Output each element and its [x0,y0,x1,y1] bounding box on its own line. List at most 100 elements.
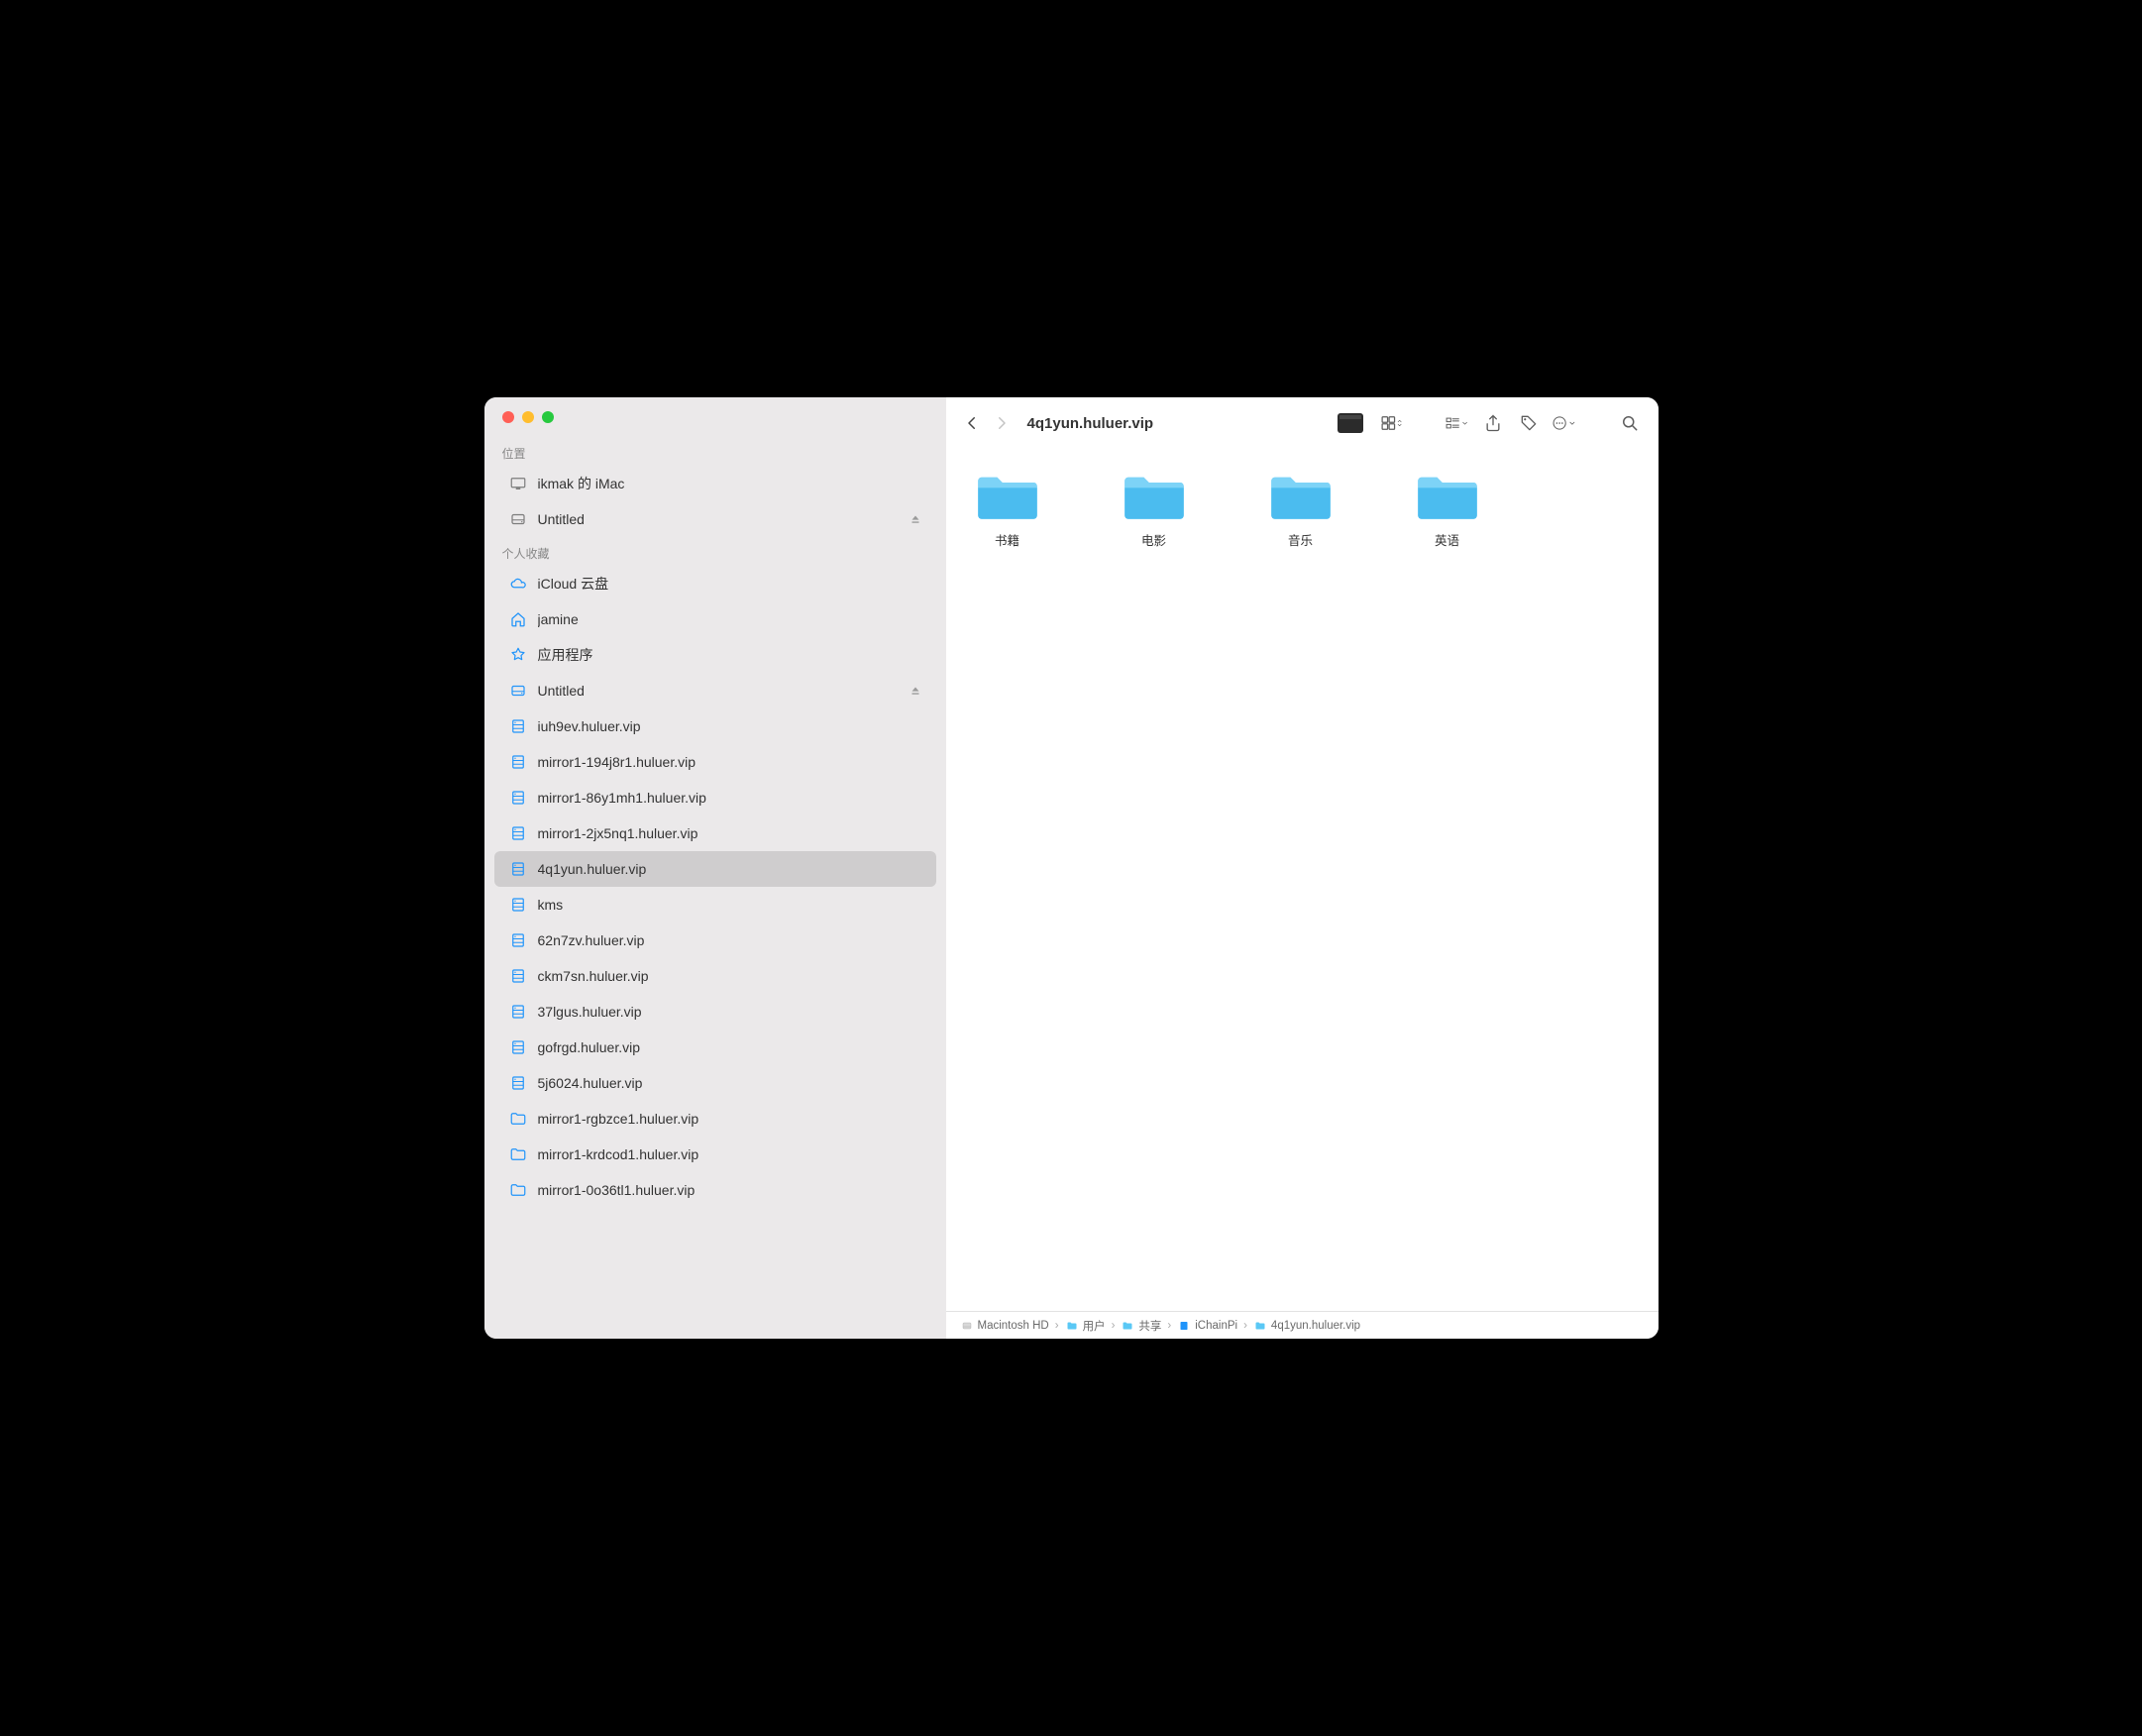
folder-label: 电影 [1141,530,1166,549]
folder-icon [508,1145,528,1163]
breadcrumb-item[interactable]: 共享 [1121,1318,1161,1334]
sidebar-item-label: mirror1-194j8r1.huluer.vip [538,754,922,770]
app-icon [508,646,528,664]
breadcrumb-label: 4q1yun.huluer.vip [1271,1320,1360,1332]
more-button[interactable] [1552,413,1577,433]
breadcrumb-item[interactable]: iChainPi [1177,1320,1237,1332]
folder-icon [1120,469,1189,524]
breadcrumb-label: iChainPi [1195,1320,1237,1332]
breadcrumb-label: Macintosh HD [978,1320,1049,1332]
server-icon [508,824,528,842]
disk-icon [508,682,528,700]
search-button[interactable] [1617,413,1643,433]
breadcrumb-label: 共享 [1138,1318,1161,1334]
forward-button[interactable] [992,414,1012,432]
sidebar-item-label: 应用程序 [538,645,922,665]
sidebar-item[interactable]: mirror1-2jx5nq1.huluer.vip [494,815,936,851]
share-button[interactable] [1480,413,1506,433]
close-button[interactable] [502,411,514,423]
sidebar-item-label: iCloud 云盘 [538,574,922,594]
server-icon [508,931,528,949]
sidebar-item-label: iuh9ev.huluer.vip [538,718,922,734]
group-button[interactable] [1445,413,1470,433]
sidebar-item[interactable]: 37lgus.huluer.vip [494,994,936,1030]
sidebar-item[interactable]: ckm7sn.huluer.vip [494,958,936,994]
content-area[interactable]: 书籍 电影 音乐 英语 [946,449,1659,1311]
folder-item[interactable]: 书籍 [958,469,1057,549]
main-pane: 4q1yun.huluer.vip [946,397,1659,1339]
house-icon [508,610,528,628]
toolbar: 4q1yun.huluer.vip [946,397,1659,449]
server-icon [508,896,528,914]
display-icon [508,475,528,492]
sidebar-item[interactable]: jamine [494,601,936,637]
path-bar: Macintosh HD›用户›共享›iChainPi›4q1yun.hulue… [946,1311,1659,1339]
breadcrumb-item[interactable]: 4q1yun.huluer.vip [1253,1320,1360,1332]
server-icon [508,1038,528,1056]
server-icon [508,860,528,878]
finder-window: 位置ikmak 的 iMac Untitled 个人收藏 iCloud 云盘 jamin… [484,397,1659,1339]
eject-icon[interactable] [909,684,922,698]
sidebar-item-label: kms [538,897,922,913]
sidebar-item[interactable]: 5j6024.huluer.vip [494,1065,936,1101]
traffic-lights [484,411,946,437]
sidebar-item[interactable]: 62n7zv.huluer.vip [494,922,936,958]
sidebar-section-label: 位置 [484,437,946,466]
sidebar-item[interactable]: 4q1yun.huluer.vip [494,851,936,887]
folder-icon [1413,469,1482,524]
sidebar-item-label: mirror1-rgbzce1.huluer.vip [538,1111,922,1127]
breadcrumb-item[interactable]: 用户 [1065,1318,1106,1334]
folder-icon [973,469,1042,524]
server-icon [508,789,528,807]
folder-icon [508,1110,528,1128]
sidebar-item-label: 62n7zv.huluer.vip [538,932,922,948]
sidebar-item-label: mirror1-krdcod1.huluer.vip [538,1146,922,1162]
sidebar-item-label: mirror1-86y1mh1.huluer.vip [538,790,922,806]
sidebar-item-label: 5j6024.huluer.vip [538,1075,922,1091]
back-button[interactable] [962,414,982,432]
sidebar-item-label: gofrgd.huluer.vip [538,1039,922,1055]
sidebar-item-label: 4q1yun.huluer.vip [538,861,922,877]
view-mode-button[interactable] [1379,413,1405,433]
terminal-icon[interactable] [1338,413,1363,433]
sidebar-item[interactable]: mirror1-86y1mh1.huluer.vip [494,780,936,815]
eject-icon[interactable] [909,512,922,526]
breadcrumb-separator: › [1055,1320,1059,1332]
folder-label: 书籍 [995,530,1019,549]
folder-item[interactable]: 英语 [1398,469,1497,549]
sidebar-item[interactable]: mirror1-krdcod1.huluer.vip [494,1137,936,1172]
server-icon [508,1003,528,1021]
sidebar-item[interactable]: iCloud 云盘 [494,566,936,601]
breadcrumb-label: 用户 [1083,1318,1106,1334]
folder-item[interactable]: 电影 [1105,469,1204,549]
sidebar-item-label: Untitled [538,511,909,527]
cloud-icon [508,575,528,593]
sidebar-item[interactable]: Untitled [494,673,936,708]
folder-icon [508,1181,528,1199]
sidebar-item[interactable]: mirror1-rgbzce1.huluer.vip [494,1101,936,1137]
folder-label: 英语 [1435,530,1459,549]
sidebar-item[interactable]: mirror1-0o36tl1.huluer.vip [494,1172,936,1208]
sidebar-item[interactable]: gofrgd.huluer.vip [494,1030,936,1065]
sidebar-section-label: 个人收藏 [484,537,946,566]
sidebar-item[interactable]: Untitled [494,501,936,537]
sidebar-item[interactable]: iuh9ev.huluer.vip [494,708,936,744]
sidebar-item-label: mirror1-2jx5nq1.huluer.vip [538,825,922,841]
server-icon [508,1074,528,1092]
folder-item[interactable]: 音乐 [1251,469,1350,549]
server-icon [508,717,528,735]
sidebar-item[interactable]: ikmak 的 iMac [494,466,936,501]
sidebar-item[interactable]: 应用程序 [494,637,936,673]
sidebar-item[interactable]: kms [494,887,936,922]
folder-icon [1266,469,1336,524]
server-icon [508,967,528,985]
sidebar-item-label: ckm7sn.huluer.vip [538,968,922,984]
folder-label: 音乐 [1288,530,1313,549]
breadcrumb-separator: › [1243,1320,1247,1332]
tags-button[interactable] [1516,413,1542,433]
zoom-button[interactable] [542,411,554,423]
breadcrumb-separator: › [1112,1320,1116,1332]
sidebar-item[interactable]: mirror1-194j8r1.huluer.vip [494,744,936,780]
breadcrumb-item[interactable]: Macintosh HD [960,1320,1049,1332]
minimize-button[interactable] [522,411,534,423]
